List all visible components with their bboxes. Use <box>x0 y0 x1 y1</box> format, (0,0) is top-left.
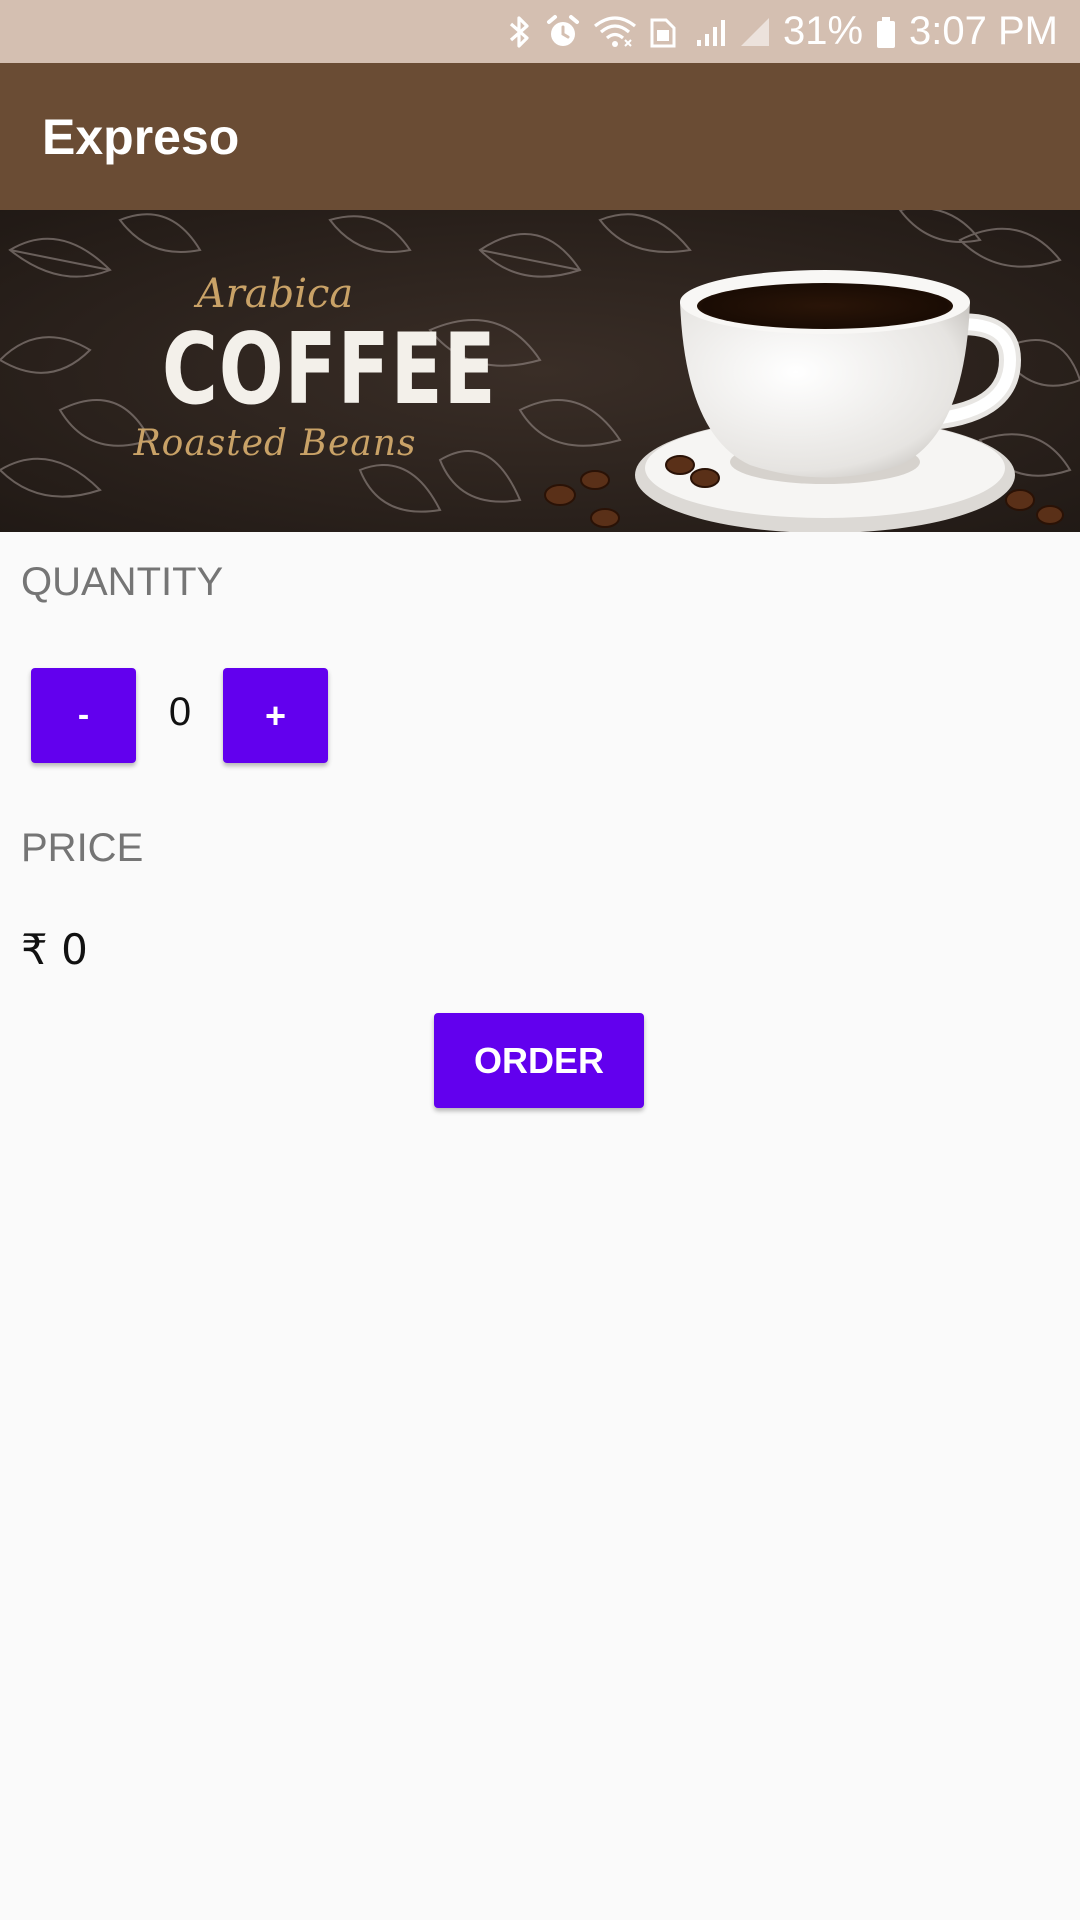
order-button[interactable]: ORDER <box>434 1013 644 1108</box>
banner-text: Arabica COFFEE Roasted Beans <box>130 270 497 466</box>
alarm-icon <box>545 0 581 63</box>
sim-icon <box>649 0 677 63</box>
quantity-value: 0 <box>168 690 192 734</box>
signal-empty-icon <box>739 0 771 63</box>
banner-script-bottom: Roasted Beans <box>133 423 417 464</box>
battery-percent: 31% <box>782 9 864 53</box>
quantity-label: QUANTITY <box>21 560 224 604</box>
app-title: Expreso <box>42 108 240 165</box>
banner-script-top: Arabica <box>196 271 354 317</box>
coffee-banner-image: Arabica COFFEE Roasted Beans <box>0 210 1080 532</box>
increment-button[interactable]: + <box>223 668 328 763</box>
battery-icon <box>875 0 897 63</box>
price-label: PRICE <box>21 826 144 870</box>
signal-icon <box>695 0 727 63</box>
price-value: ₹ 0 <box>21 925 88 974</box>
app-bar: Expreso <box>0 63 1080 210</box>
decrement-button[interactable]: - <box>31 668 136 763</box>
wifi-icon <box>593 0 637 63</box>
banner-headline: COFFEE <box>161 313 497 427</box>
clock: 3:07 PM <box>909 9 1058 53</box>
app-screen: 31% 3:07 PM Expreso Arabica COFFEE Roast… <box>0 0 1080 1920</box>
status-bar: 31% 3:07 PM <box>0 0 1080 63</box>
bluetooth-icon <box>507 0 533 63</box>
